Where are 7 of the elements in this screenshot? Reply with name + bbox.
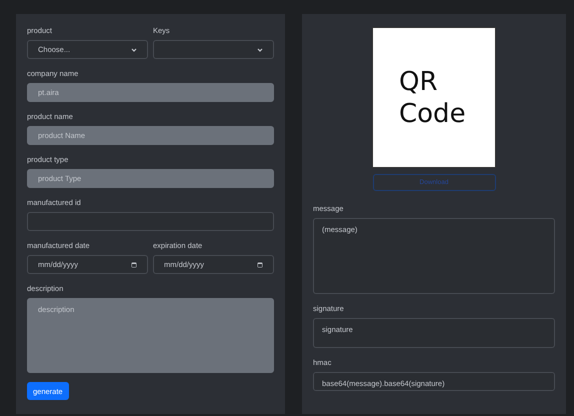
chevron-down-icon: [131, 48, 137, 52]
dropdown[interactable]: [153, 40, 274, 59]
calendar-icon: [131, 262, 137, 268]
chevron-down-icon: [257, 48, 263, 52]
qr-text: QR Code: [399, 66, 467, 130]
input-field[interactable]: [27, 212, 274, 231]
calendar-icon: [257, 262, 263, 268]
